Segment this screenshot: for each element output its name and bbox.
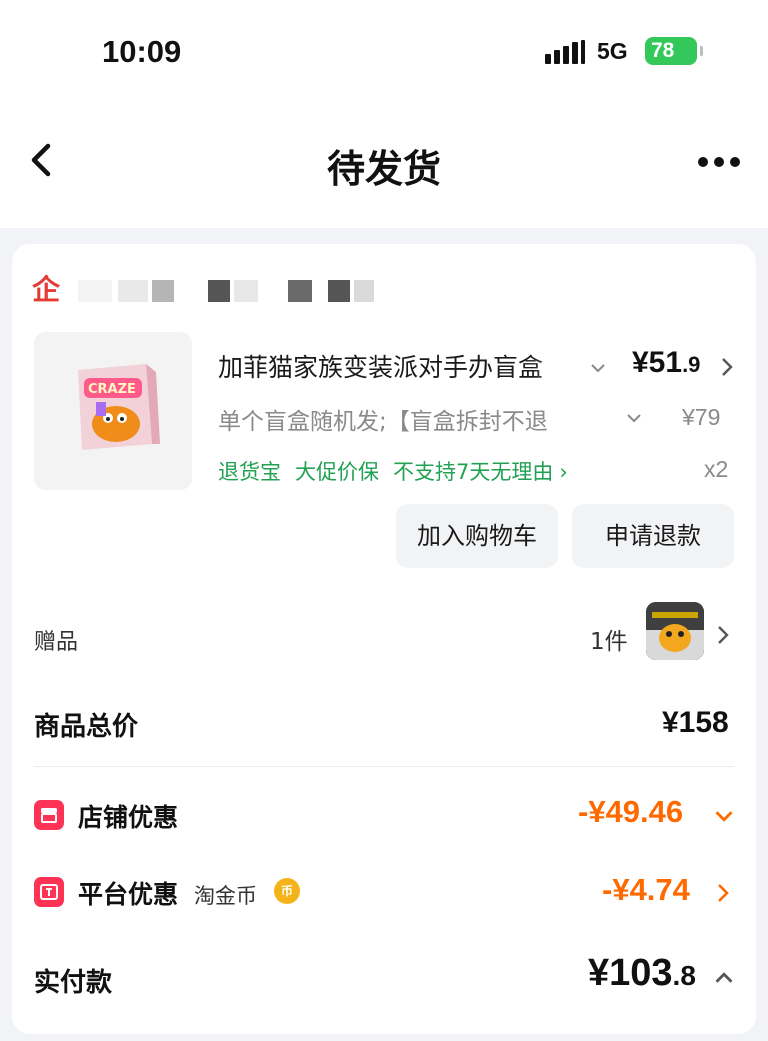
status-bar: 10:09 5G 78 [0,0,768,100]
tag-no-7day-return: 不支持7天无理由 [393,460,554,484]
gift-label: 赠品 [34,630,79,655]
more-dot-icon [698,157,708,167]
chevron-down-icon[interactable] [714,806,734,826]
coin-icon: 币 [274,878,300,904]
tags-chevron-icon: › [559,460,568,484]
nav-bar: 待发货 [0,100,768,228]
tag-return-insurance: 退货宝 [218,460,281,484]
platform-discount-value: -¥4.74 [602,872,690,907]
platform-discount-label: 平台优惠 [78,880,179,909]
gift-row[interactable]: 赠品 1件 [12,600,756,678]
ticket-icon [34,877,64,907]
chevron-right-icon[interactable] [720,356,734,378]
more-dot-icon [730,157,740,167]
shop-row[interactable]: 企 [32,274,432,310]
shop-discount-label: 店铺优惠 [78,803,179,832]
gift-image [646,602,704,660]
service-tags[interactable]: 退货宝 大促价保 不支持7天无理由 › [218,456,582,486]
more-button[interactable] [690,142,746,182]
add-to-cart-button[interactable]: 加入购物车 [396,504,558,568]
battery-icon: 78 [645,37,703,65]
paid-value: ¥103.8 [588,952,696,994]
gift-figure-image [646,602,704,660]
total-label: 商品总价 [34,712,139,742]
page-title: 待发货 [326,147,441,191]
battery-level: 78 [651,39,675,62]
sku-fade [552,398,608,432]
original-price: ¥79 [682,404,721,430]
order-card: 企 CRAZE 加菲猫家族变装派对手办盲盒 ¥51.9 单个盲盒随机发;【盲盒拆… [12,244,756,1034]
divider [34,766,734,767]
shop-logo-icon: 企 [32,273,61,306]
refund-button[interactable]: 申请退款 [572,504,734,568]
shop-discount-value: -¥49.46 [578,794,684,829]
product-price: ¥51.9 [632,346,701,379]
signal-icon [545,40,585,64]
gift-count: 1件 [590,629,628,655]
network-label: 5G [597,38,628,64]
more-dot-icon [714,157,724,167]
total-value: ¥158 [662,706,729,739]
product-quantity: x2 [704,456,729,482]
tag-price-protect: 大促价保 [295,460,379,484]
chevron-up-icon[interactable] [714,968,734,988]
shop-name-redacted [78,278,378,304]
title-fade [532,344,580,380]
paid-label: 实付款 [34,968,113,998]
chevron-down-icon[interactable] [590,360,606,376]
product-title[interactable]: 加菲猫家族变装派对手办盲盒 [218,348,578,384]
svg-text:CRAZE: CRAZE [88,382,136,397]
status-time: 10:09 [102,34,182,69]
chevron-right-icon [718,626,729,644]
blind-box-image: CRAZE [34,332,192,490]
chevron-down-icon[interactable] [626,410,642,426]
product-sku[interactable]: 单个盲盒随机发;【盲盒拆封不退 [218,402,586,436]
product-image[interactable]: CRAZE [34,332,192,490]
coin-label: 淘金币 [194,884,257,908]
chevron-right-icon[interactable] [716,882,730,904]
store-icon [34,800,64,830]
